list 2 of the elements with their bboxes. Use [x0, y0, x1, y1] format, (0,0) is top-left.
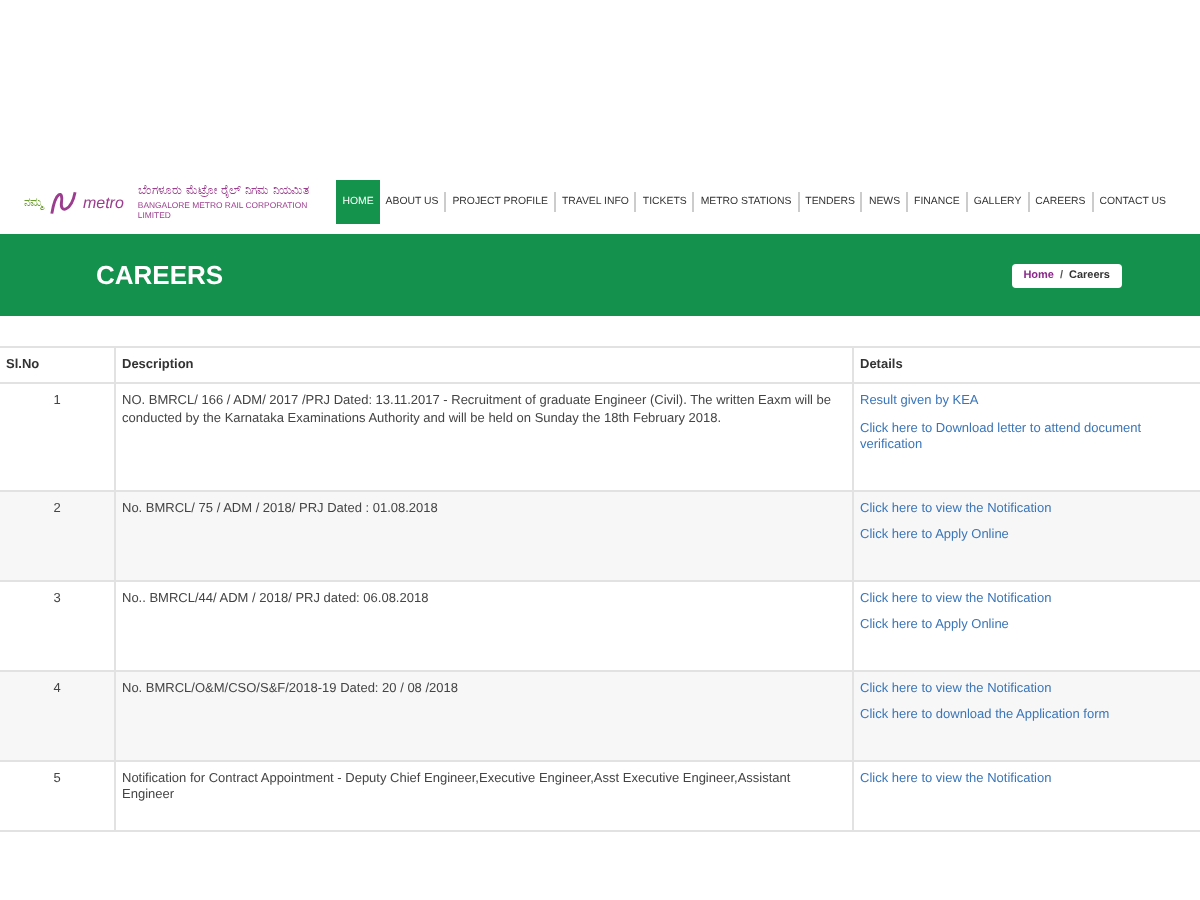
logo-text: metro [82, 193, 124, 211]
page-title: CAREERS [96, 260, 224, 290]
